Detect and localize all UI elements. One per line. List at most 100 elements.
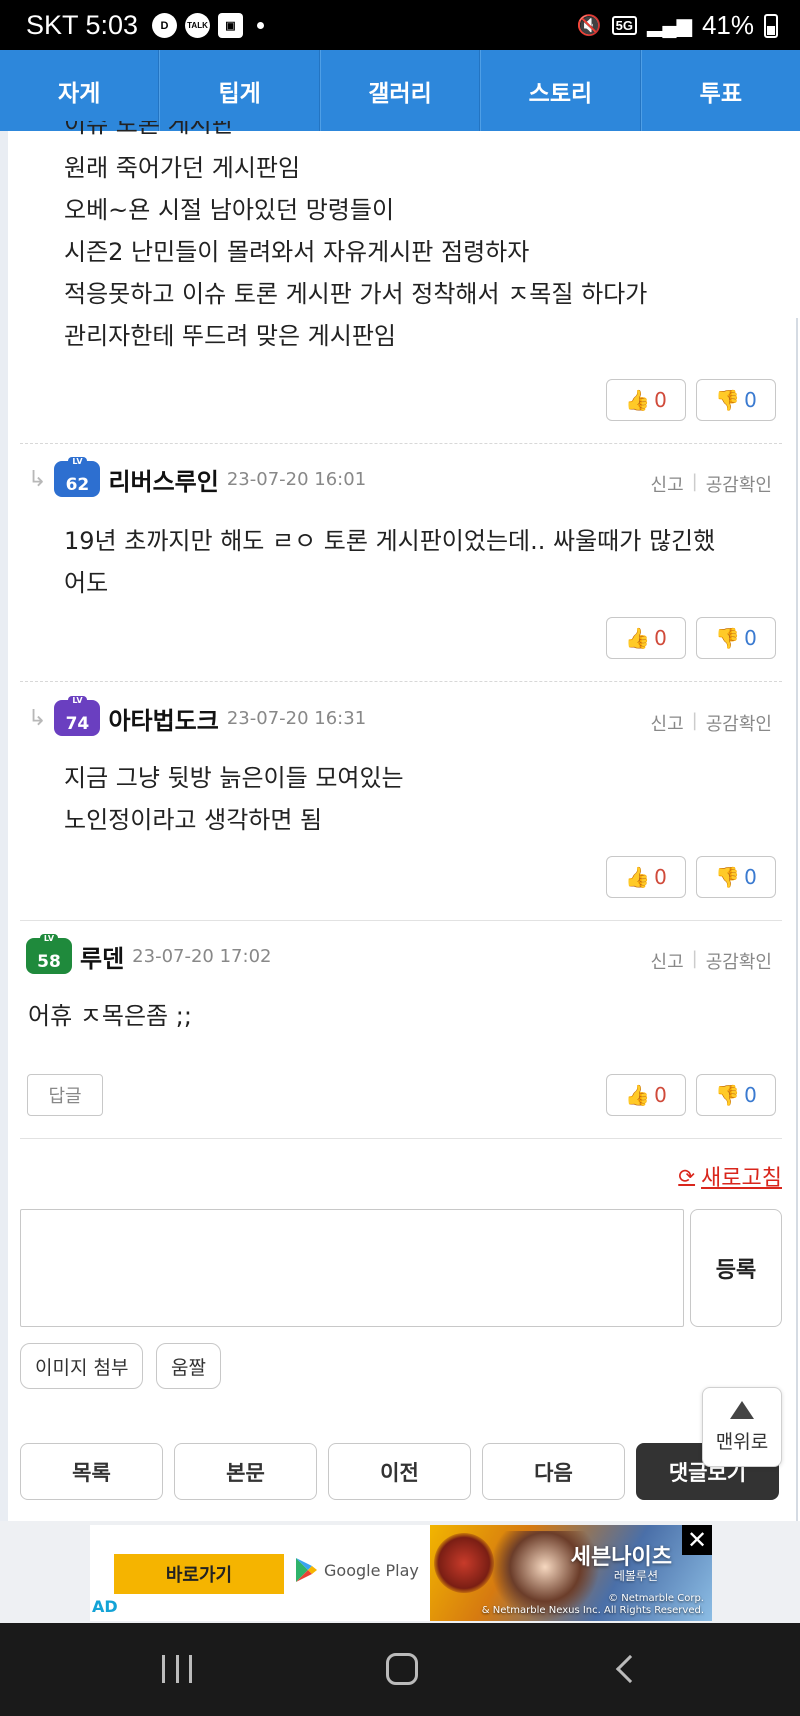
separator: |	[691, 710, 698, 731]
system-navigation-bar	[0, 1623, 800, 1716]
google-play-icon	[296, 1558, 317, 1582]
d-icon: D	[152, 13, 177, 38]
body-button[interactable]: 본문	[174, 1443, 317, 1500]
level-badge: LV 58	[26, 934, 72, 974]
section-divider	[20, 1138, 782, 1139]
ad-artwork: 세븐나이츠 레볼루션 © Netmarble Corp. & Netmarble…	[430, 1525, 712, 1621]
comment-line: 어휴 ㅈ목은좀 ;;	[28, 1002, 192, 1030]
post-line: 관리자한테 뚜드려 맞은 게시판임	[64, 322, 397, 350]
comment-actions: 신고 | 공감확인	[651, 710, 772, 736]
ad-banner[interactable]: 바로가기 Google Play AD 세븐나이츠 레볼루션 © Netmarb…	[90, 1525, 712, 1621]
recents-icon[interactable]	[162, 1655, 192, 1683]
comment-actions: 신고 | 공감확인	[651, 471, 772, 497]
comment-author[interactable]: 리버스루인	[108, 462, 218, 497]
reply-button[interactable]: 답글	[27, 1074, 103, 1116]
comment-body: 어휴 ㅈ목은좀 ;;	[28, 995, 768, 1037]
thumbs-up-icon: 👍	[625, 388, 651, 412]
upvote-button[interactable]: 👍 0	[606, 856, 686, 898]
comment-body: 지금 그냥 뒷방 늙은이들 모여있는 노인정이라고 생각하면 됨	[64, 757, 784, 841]
google-play-badge[interactable]: Google Play	[294, 1557, 419, 1583]
comment-date: 23-07-20 16:31	[226, 707, 367, 729]
comment-date: 23-07-20 16:01	[226, 468, 367, 490]
likes-check-link[interactable]: 공감확인	[706, 710, 772, 736]
network-5g-icon: 5G	[611, 16, 638, 35]
prev-button[interactable]: 이전	[328, 1443, 471, 1500]
ad-cta-button[interactable]: 바로가기	[114, 1554, 284, 1594]
status-system-icons: 🔇 5G ▂▄▆ 41%	[577, 10, 778, 41]
comment-line: 노인정이라고 생각하면 됨	[64, 806, 323, 834]
tab-story[interactable]: 스토리	[480, 50, 641, 131]
upvote-button[interactable]: 👍 0	[606, 1074, 686, 1116]
post-navigation: 목록 본문 이전 다음 댓글보기	[20, 1443, 779, 1500]
ad-game-subtitle: 레볼루션	[613, 1569, 658, 1583]
home-icon[interactable]	[386, 1653, 418, 1685]
arrow-up-icon	[730, 1400, 754, 1419]
comment-divider	[20, 920, 782, 921]
close-icon[interactable]: ✕	[682, 1525, 712, 1555]
upvote-button[interactable]: 👍 0	[606, 617, 686, 659]
next-button[interactable]: 다음	[482, 1443, 625, 1500]
comment-vote-row: 👍 0 👎 0	[606, 1074, 776, 1116]
post-line: 원래 죽어가던 게시판임	[64, 154, 301, 182]
ad-character-image	[434, 1533, 494, 1593]
upvote-button[interactable]: 👍 0	[606, 379, 686, 421]
comment-header: LV 58 루덴 23-07-20 17:02	[26, 934, 272, 974]
ad-label: AD	[92, 1597, 118, 1616]
comment-date: 23-07-20 17:02	[132, 945, 272, 967]
level-badge: LV 74	[54, 696, 101, 736]
emoticon-button[interactable]: 움짤	[156, 1343, 221, 1389]
thumbs-up-icon: 👍	[625, 626, 651, 650]
thumbs-down-icon: 👎	[715, 388, 741, 412]
thumbs-up-icon: 👍	[625, 865, 651, 889]
level-badge: LV 62	[54, 457, 101, 497]
comment-header: ↳ LV 62 리버스루인 23-07-20 16:01	[28, 457, 367, 497]
downvote-button[interactable]: 👎 0	[696, 856, 776, 898]
comment-divider	[20, 443, 782, 444]
board-nav: 자게 팁게 갤러리 스토리 투표	[0, 50, 800, 131]
post-vote-row: 👍 0 👎 0	[606, 379, 776, 421]
reply-arrow-icon: ↳	[28, 466, 47, 492]
thumbs-up-icon: 👍	[625, 1083, 651, 1107]
status-notification-icons: D TALK ▣	[152, 13, 264, 38]
tab-free-board[interactable]: 자게	[0, 50, 160, 131]
more-notifications-dot	[257, 22, 264, 29]
tab-tip-board[interactable]: 팁게	[159, 50, 320, 131]
back-icon[interactable]	[615, 1654, 645, 1684]
comment-line: 지금 그냥 뒷방 늙은이들 모여있는	[64, 764, 404, 792]
refresh-icon: ⟳	[678, 1164, 696, 1188]
likes-check-link[interactable]: 공감확인	[706, 948, 772, 974]
comment-author[interactable]: 루덴	[80, 939, 124, 974]
ad-copyright: © Netmarble Corp. & Netmarble Nexus Inc.…	[481, 1593, 704, 1616]
report-link[interactable]: 신고	[651, 710, 684, 736]
scrollbar[interactable]	[796, 318, 800, 1618]
tab-vote[interactable]: 투표	[640, 50, 800, 131]
downvote-button[interactable]: 👎 0	[696, 617, 776, 659]
reply-arrow-icon: ↳	[28, 705, 47, 731]
list-button[interactable]: 목록	[20, 1443, 163, 1500]
tab-gallery[interactable]: 갤러리	[319, 50, 481, 131]
thumbs-down-icon: 👎	[715, 865, 741, 889]
downvote-button[interactable]: 👎 0	[696, 379, 776, 421]
ad-banner-area: 바로가기 Google Play AD 세븐나이츠 레볼루션 © Netmarb…	[0, 1521, 800, 1623]
report-link[interactable]: 신고	[651, 471, 684, 497]
page-frame-left	[0, 131, 8, 1621]
downvote-button[interactable]: 👎 0	[696, 1074, 776, 1116]
comment-author[interactable]: 아타법도크	[108, 701, 218, 736]
comment-line: 어도	[64, 569, 109, 597]
post-line: 적응못하고 이슈 토론 게시판 가서 정착해서 ㅈ목질 하다가	[64, 280, 648, 308]
post-body: 이슈 토론 게시판 원래 죽어가던 게시판임 오베~욘 시절 남아있던 망령들이…	[64, 121, 764, 357]
likes-check-link[interactable]: 공감확인	[706, 471, 772, 497]
submit-button[interactable]: 등록	[690, 1209, 782, 1327]
twitch-icon: ▣	[218, 13, 243, 38]
post-line-cut: 이슈 토론 게시판	[64, 121, 234, 138]
refresh-link[interactable]: ⟳ 새로고침	[678, 1160, 782, 1192]
comment-vote-row: 👍 0 👎 0	[606, 856, 776, 898]
scroll-to-top-button[interactable]: 맨위로	[702, 1387, 782, 1467]
separator: |	[691, 471, 698, 492]
battery-icon	[764, 13, 778, 38]
attach-image-button[interactable]: 이미지 첨부	[20, 1343, 144, 1389]
comment-input[interactable]	[20, 1209, 684, 1327]
ad-left-panel: 바로가기 Google Play AD	[90, 1525, 430, 1621]
comment-actions: 신고 | 공감확인	[651, 948, 772, 974]
report-link[interactable]: 신고	[651, 948, 684, 974]
